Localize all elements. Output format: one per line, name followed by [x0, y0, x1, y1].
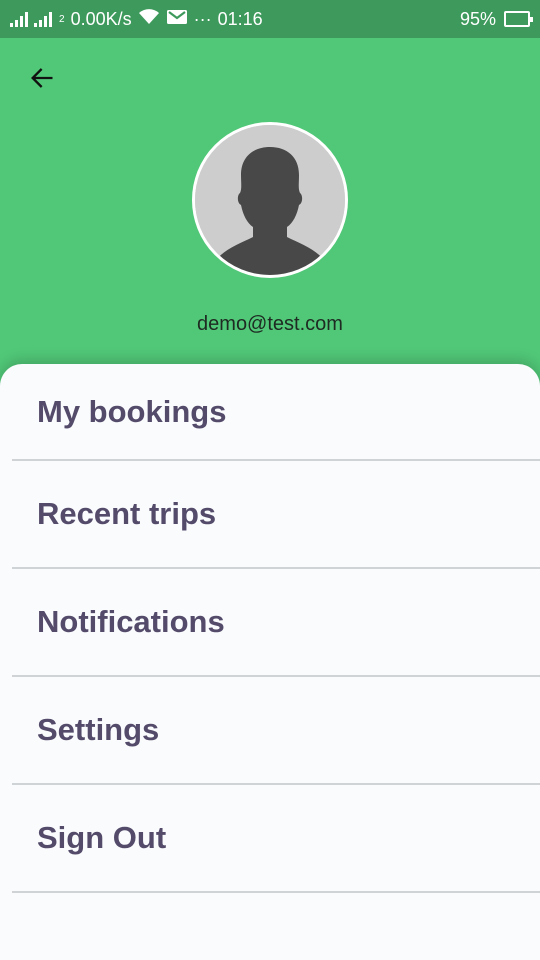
clock: 01:16: [217, 8, 263, 29]
arrow-back-icon: [28, 64, 56, 97]
menu-item-recent-trips[interactable]: Recent trips: [12, 461, 540, 569]
status-left: 2 0.00K/s ··· 01:16: [10, 8, 263, 31]
menu-item-sign-out[interactable]: Sign Out: [12, 785, 540, 893]
user-email: demo@test.com: [197, 313, 343, 335]
menu-item-settings[interactable]: Settings: [12, 677, 540, 785]
avatar[interactable]: [192, 122, 348, 278]
menu-item-my-bookings[interactable]: My bookings: [12, 364, 540, 461]
person-silhouette-icon: [195, 125, 345, 275]
menu-list: My bookings Recent trips Notifications S…: [12, 364, 540, 893]
sim-label: 2: [59, 13, 65, 25]
network-speed: 0.00K/s: [70, 8, 132, 29]
back-button[interactable]: [24, 62, 60, 98]
wifi-icon: [138, 8, 160, 31]
battery-level: 95%: [459, 8, 496, 29]
status-bar: 2 0.00K/s ··· 01:16 95%: [0, 0, 540, 38]
battery-icon: [504, 11, 533, 27]
menu-item-notifications[interactable]: Notifications: [12, 569, 540, 677]
mail-icon: [166, 8, 188, 31]
signal-icon: [34, 11, 52, 27]
menu-sheet: My bookings Recent trips Notifications S…: [0, 364, 540, 960]
more-indicator: ···: [193, 8, 212, 29]
signal-icon: [10, 11, 28, 27]
status-right: 95%: [459, 8, 533, 30]
